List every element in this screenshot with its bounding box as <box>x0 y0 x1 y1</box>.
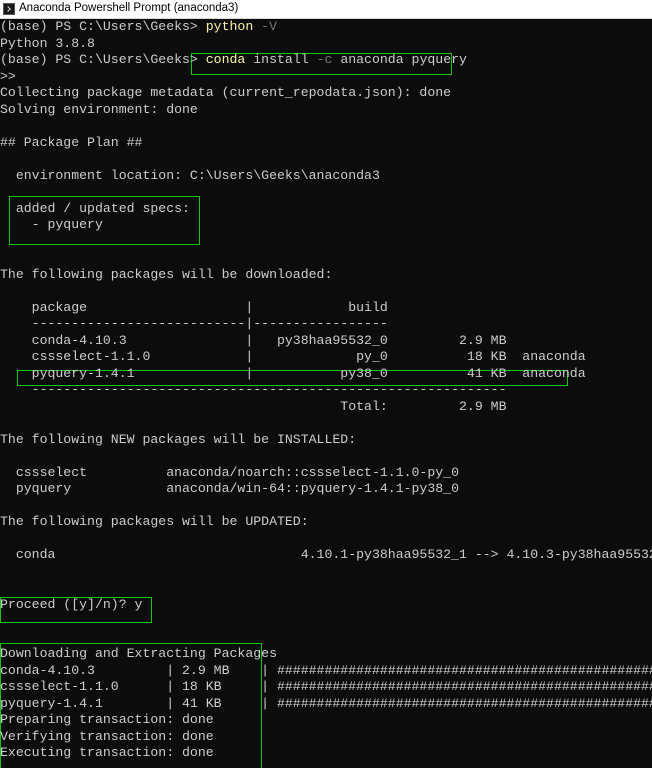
console-line: cssselect-1.1.0 | 18 KB | ##############… <box>0 679 652 696</box>
console-line: >> <box>0 69 16 86</box>
window-title: Anaconda Powershell Prompt (anaconda3) <box>19 2 239 14</box>
console-line: ----------------------------------------… <box>0 382 507 399</box>
console-text: anaconda pyquery <box>332 52 467 67</box>
console-line: Downloading and Extracting Packages <box>0 646 277 663</box>
console-text: (base) PS C:\Users\Geeks> <box>0 19 206 34</box>
console-text: Executing transaction: done <box>0 745 214 760</box>
console-text: python <box>205 19 254 34</box>
console-text: The following packages will be downloade… <box>0 266 333 282</box>
console-text: pyquery-1.4.1 | 41 KB | ################… <box>0 695 652 711</box>
console-line: Total: 2.9 MB <box>0 399 506 416</box>
console-line: conda-4.10.3 | py38haa95532_0 2.9 MB <box>0 332 507 350</box>
console-line: (base) PS C:\Users\Geeks> python -V <box>0 19 277 36</box>
console-line: cssselect-1.1.0 | py_0 18 KB anaconda <box>0 349 586 366</box>
console-text: The following NEW packages will be INSTA… <box>0 431 357 447</box>
console-line: pyquery anaconda/win-64::pyquery-1.4.1-p… <box>0 481 459 498</box>
console-line: Solving environment: done <box>0 102 198 119</box>
console-text: Python 3.8.8 <box>0 35 95 51</box>
console-text: cssselect anaconda/noarch::cssselect-1.1… <box>0 464 459 480</box>
console-line: The following packages will be downloade… <box>0 267 332 284</box>
console-line: ---------------------------|------------… <box>0 316 388 333</box>
console-text: conda <box>205 52 246 67</box>
console-line: The following packages will be UPDATED: <box>0 514 309 531</box>
console-line: Python 3.8.8 <box>0 36 95 53</box>
console-text: Preparing transaction: done <box>0 712 214 727</box>
console-line: (base) PS C:\Users\Geeks> conda install … <box>0 52 467 69</box>
console-text: conda-4.10.3 | py38haa95532_0 2.9 MB <box>0 332 507 348</box>
console-text: Collecting package metadata (current_rep… <box>0 85 452 100</box>
console-text: environment location: C:\Users\Geeks\ana… <box>0 167 380 183</box>
console-line: Proceed ([y]/n)? y <box>0 597 142 614</box>
console-text: install <box>245 52 317 67</box>
console-line: environment location: C:\Users\Geeks\ana… <box>0 168 380 185</box>
terminal-icon <box>3 3 15 15</box>
console-text: Proceed ([y]/n)? y <box>0 596 143 612</box>
console-text: ---------------------------|------------… <box>0 316 388 331</box>
console-line: ## Package Plan ## <box>0 135 142 152</box>
console-line: Preparing transaction: done <box>0 712 214 729</box>
console-text: conda-4.10.3 | 2.9 MB | ################… <box>0 662 652 678</box>
console-text: Solving environment: done <box>0 101 198 117</box>
console-text: -V <box>253 19 277 34</box>
console-line: Verifying transaction: done <box>0 729 214 746</box>
console-text: pyquery anaconda/win-64::pyquery-1.4.1-p… <box>0 481 459 496</box>
console-line: added / updated specs: <box>0 201 190 218</box>
console-text: pyquery-1.4.1 | py38_0 41 KB anaconda <box>0 365 586 381</box>
console-line: pyquery-1.4.1 | 41 KB | ################… <box>0 696 652 713</box>
console-line: conda-4.10.3 | 2.9 MB | ################… <box>0 663 652 680</box>
console-line: package | build <box>0 300 388 317</box>
console-line: pyquery-1.4.1 | py38_0 41 KB anaconda <box>0 366 586 383</box>
console-line: - pyquery <box>0 217 103 234</box>
console-text: (base) PS C:\Users\Geeks> <box>0 52 206 67</box>
console-line: Collecting package metadata (current_rep… <box>0 85 451 102</box>
console-text: - pyquery <box>0 217 103 232</box>
title-bar[interactable]: Anaconda Powershell Prompt (anaconda3) <box>0 0 652 19</box>
console-text: package | build <box>0 299 388 315</box>
console-text: >> <box>0 68 16 84</box>
console-text: ----------------------------------------… <box>0 382 507 397</box>
console-text: cssselect-1.1.0 | py_0 18 KB anaconda <box>0 349 586 364</box>
console-text: Total: 2.9 MB <box>0 398 507 414</box>
console-text: The following packages will be UPDATED: <box>0 514 309 529</box>
console-text: added / updated specs: <box>0 200 190 216</box>
console-line: cssselect anaconda/noarch::cssselect-1.1… <box>0 465 459 482</box>
console-output[interactable]: (base) PS C:\Users\Geeks> python -V Pytho… <box>0 19 652 768</box>
console-line: conda 4.10.1-py38haa95532_1 --> 4.10.3-p… <box>0 547 652 564</box>
console-text: Verifying transaction: done <box>0 728 214 744</box>
console-line: The following NEW packages will be INSTA… <box>0 432 356 449</box>
console-text: cssselect-1.1.0 | 18 KB | ##############… <box>0 679 652 694</box>
console-text: Downloading and Extracting Packages <box>0 646 277 661</box>
console-line: Executing transaction: done <box>0 745 214 762</box>
console-text: -c <box>316 52 333 67</box>
console-text: conda 4.10.1-py38haa95532_1 --> 4.10.3-p… <box>0 547 652 562</box>
console-text: ## Package Plan ## <box>0 134 143 150</box>
